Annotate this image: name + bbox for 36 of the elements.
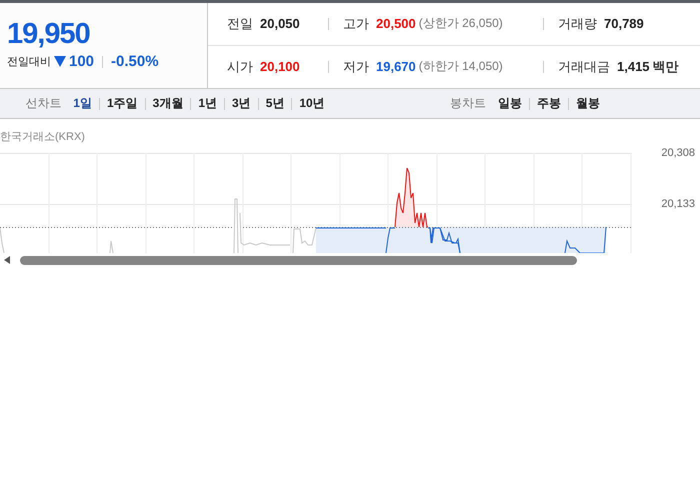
stat-value: 20,100	[260, 59, 300, 74]
left-arrow-icon[interactable]	[4, 256, 10, 264]
period-tab[interactable]: 3개월	[152, 95, 184, 112]
stat-label: 저가	[343, 58, 369, 76]
stat-label: 전일	[227, 14, 253, 33]
price-limit-note: (하한가 14,050)	[418, 58, 503, 76]
stat-label: 고가	[343, 14, 369, 33]
period-tab[interactable]: 1년	[198, 95, 217, 112]
period-tab[interactable]: 1주일	[106, 95, 138, 112]
stat-unit: 백만	[652, 58, 679, 76]
stat-value: 70,789	[604, 16, 644, 32]
stat-label: 거래량	[558, 14, 597, 33]
period-tab[interactable]: 일봉	[498, 95, 522, 112]
data-source-label: 한국거래소(KRX)	[0, 130, 86, 145]
period-tab[interactable]: 주봉	[537, 95, 561, 112]
period-tab[interactable]: 1일	[73, 95, 92, 112]
change-label: 전일대비	[7, 55, 51, 69]
stat-label: 시가	[227, 58, 253, 76]
stat-value: 20,050	[260, 16, 300, 32]
stat-label: 거래대금	[558, 58, 610, 76]
period-tab[interactable]: 월봉	[576, 95, 600, 112]
price-limit-note: (상한가 26,050)	[418, 15, 503, 32]
current-price: 19,950	[7, 17, 91, 51]
y-axis-label: 20,308	[661, 147, 695, 159]
period-tab[interactable]: 3년	[232, 95, 251, 112]
change-amount: 100	[69, 53, 94, 70]
stat-value: 20,500	[376, 16, 416, 32]
change-rate: -0.50%	[111, 53, 159, 70]
period-tab[interactable]: 5년	[266, 95, 284, 112]
y-axis-label: 20,133	[661, 198, 695, 210]
scrollbar-thumb[interactable]	[20, 256, 577, 264]
stat-value: 1,415	[617, 59, 650, 74]
chart-type-label: 봉차트	[450, 95, 486, 112]
chart-type-label: 선차트	[25, 95, 62, 112]
stat-value: 19,670	[376, 59, 416, 74]
period-tab[interactable]: 10년	[299, 95, 325, 112]
